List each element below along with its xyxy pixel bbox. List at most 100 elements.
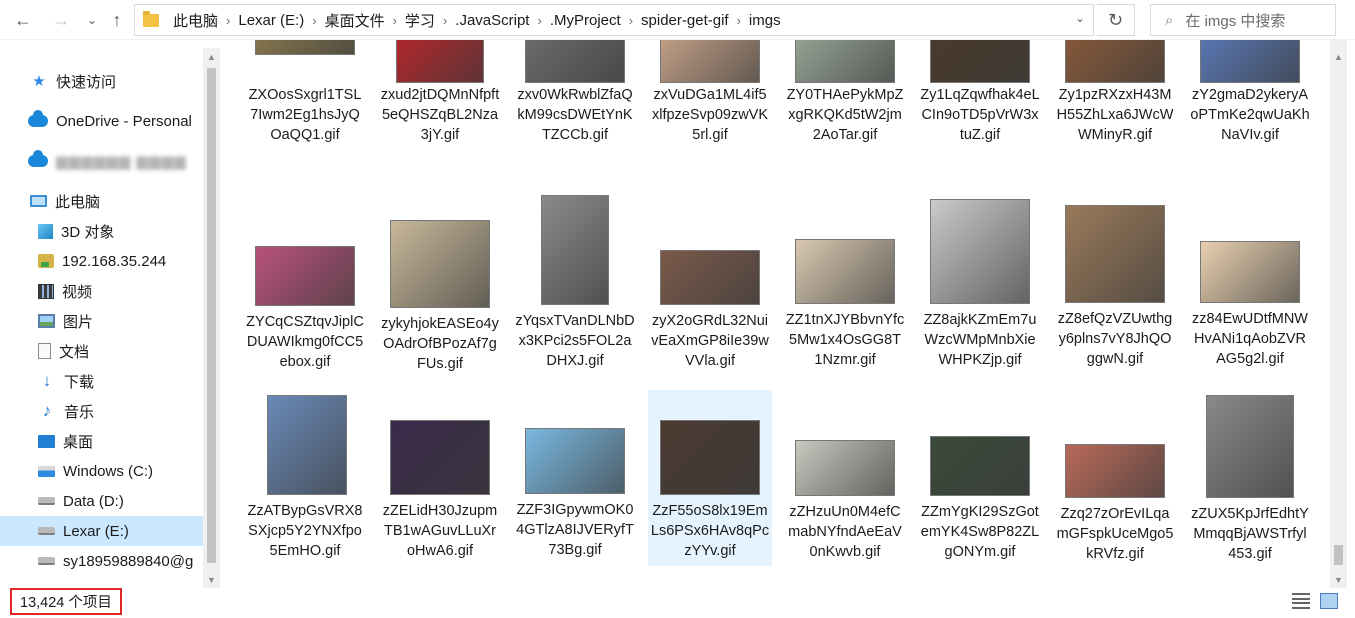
file-item[interactable]: zZELidH30JzupmTB1wAGuvLLuXroHwA6.gif [378,390,502,570]
sidebar-item[interactable]: Data (D:) [0,486,203,516]
sidebar-item[interactable]: 图片 [0,306,203,336]
file-item[interactable]: Zy1LqZqwfhak4eLCIn9oTD5pVrW3xtuZ.gif [918,40,1042,205]
file-item[interactable]: ZzF55oS8lx19EmLs6PSx6HAv8qPczYYv.gif [648,390,772,570]
content-scrollbar[interactable]: ▲ ▼ [1330,40,1347,588]
breadcrumb-item[interactable]: 桌面文件 [319,10,391,31]
file-name: zykyhjokEASEo4yOAdrOfBPozAf7gFUs.gif [381,316,499,372]
gif-thumbnail [390,420,490,495]
sidebar-item[interactable]: OneDrive - Personal [0,106,203,136]
sidebar-item[interactable]: Windows (C:) [0,456,203,486]
file-item[interactable]: ZZ1tnXJYBbvnYfc5Mw1x4OsGG8T1Nzmr.gif [783,190,907,370]
recent-locations-chevron-icon[interactable]: ⌄ [82,6,102,34]
back-arrow-icon[interactable]: ← [8,6,38,34]
file-grid: ZXOosSxgrl1TSL7Iwm2Eg1hsJyQOaQQ1.gif zxud… [220,40,1330,588]
file-item[interactable]: zykyhjokEASEo4yOAdrOfBPozAf7gFUs.gif [378,190,502,372]
folder-icon [143,10,159,27]
breadcrumb-item[interactable]: 此电脑 [167,10,224,31]
search-placeholder: 在 imgs 中搜索 [1185,12,1286,30]
sidebar-item[interactable]: 3D 对象 [0,216,203,246]
sidebar-item[interactable]: ▆▆▆▆▆▆ ▆▆▆▆ [0,146,203,176]
breadcrumb-separator[interactable]: › [310,13,318,28]
search-input[interactable]: ⌕ 在 imgs 中搜索 [1150,4,1336,36]
file-item[interactable]: ZzATBypGsVRX8SXjcp5Y2YNXfpo5EmHO.gif [243,390,367,570]
breadcrumb: 此电脑 › Lexar (E:) › 桌面文件 › 学习 › .JavaScript › .MyPr… [167,10,787,31]
sidebar-item[interactable]: ♪ 音乐 [0,396,203,426]
address-bar[interactable]: 此电脑 › Lexar (E:) › 桌面文件 › 学习 › .JavaScript › .MyPr… [134,4,1094,36]
file-item[interactable]: zYqsxTVanDLNbDx3KPci2s5FOL2aDHXJ.gif [513,190,637,370]
file-item[interactable]: zxVuDGa1ML4if5xlfpzeSvp09zwVK5rl.gif [648,40,772,205]
breadcrumb-item[interactable]: .MyProject [544,12,627,29]
file-item[interactable]: Zzq27zOrEvILqamGFspkUceMgo5kRVfz.gif [1053,390,1177,570]
sidebar-item-label: 快速访问 [56,73,117,91]
file-item[interactable]: ZZmYgKI29SzGotemYK4Sw8P82ZLgONYm.gif [918,390,1042,570]
content-scroll-thumb[interactable] [1334,545,1343,565]
drive-icon [38,557,55,565]
forward-arrow-icon[interactable]: → [46,6,76,34]
search-icon: ⌕ [1165,11,1174,29]
sidebar-item[interactable]: 文档 [0,336,203,366]
sidebar-item[interactable]: 192.168.35.244 [0,246,203,276]
sidebar-item[interactable]: 桌面 [0,426,203,456]
sidebar-item[interactable]: ↓ 下载 [0,366,203,396]
scroll-down-arrow-icon[interactable]: ▼ [203,571,220,588]
breadcrumb-item[interactable]: .JavaScript [449,12,535,29]
file-name: ZXOosSxgrl1TSL7Iwm2Eg1hsJyQOaQQ1.gif [248,87,362,143]
gif-thumbnail [660,40,760,83]
breadcrumb-separator[interactable]: › [441,13,449,28]
sidebar-scroll-thumb[interactable] [207,68,216,563]
gif-thumbnail [1206,395,1294,498]
sidebar-item[interactable]: ★ 快速访问 [0,66,203,96]
sidebar-item[interactable]: 此电脑 [0,186,203,216]
scroll-up-arrow-icon[interactable]: ▲ [1330,48,1347,65]
file-item[interactable]: ZZ8ajkKZmEm7uWzcWMpMnbXieWHPKZjp.gif [918,190,1042,370]
file-item[interactable]: ZYCqCSZtqvJiplCDUAWIkmg0fCC5ebox.gif [243,190,367,370]
refresh-button[interactable]: ↻ [1097,4,1135,36]
sidebar-item[interactable]: sy18959889840@g [0,546,203,576]
file-name: Zzq27zOrEvILqamGFspkUceMgo5kRVfz.gif [1056,506,1174,562]
breadcrumb-item[interactable]: Lexar (E:) [232,12,310,29]
file-name: ZY0THAePykMpZxgRKQKd5tW2jm2AoTar.gif [786,87,904,143]
document-icon [38,343,51,359]
file-item[interactable]: zxv0WkRwblZfaQkM99csDWEtYnKTZCCb.gif [513,40,637,205]
sidebar-item[interactable]: Lexar (E:) [0,516,203,546]
sidebar-scrollbar[interactable]: ▲ ▼ [203,48,220,588]
sidebar-item-label: sy18959889840@g [63,552,194,570]
file-item[interactable]: zxud2jtDQMnNfpft5eQHSZqBL2Nza3jY.gif [378,40,502,205]
breadcrumb-separator[interactable]: › [391,13,399,28]
up-arrow-icon[interactable]: ↑ [104,6,130,34]
sidebar-item[interactable]: 视频 [0,276,203,306]
file-item[interactable]: ZXOosSxgrl1TSL7Iwm2Eg1hsJyQOaQQ1.gif [243,40,367,205]
file-item[interactable]: ZY0THAePykMpZxgRKQKd5tW2jm2AoTar.gif [783,40,907,205]
file-item[interactable]: Zy1pzRXzxH43MH55ZhLxa6JWcWWMinyR.gif [1053,40,1177,205]
file-item[interactable]: zY2gmaD2ykeryAoPTmKe2qwUaKhNaVIv.gif [1188,40,1312,205]
file-name: zxv0WkRwblZfaQkM99csDWEtYnKTZCCb.gif [517,87,633,143]
breadcrumb-separator[interactable]: › [627,13,635,28]
breadcrumb-item[interactable]: spider-get-gif [635,12,735,29]
breadcrumb-item[interactable]: 学习 [399,10,441,31]
file-item[interactable]: zZ8efQzVZUwthgy6plns7vY8JhQOggwN.gif [1053,190,1177,370]
sidebar-item-label: 文档 [59,343,90,361]
file-item[interactable]: zyX2oGRdL32NuivEaXmGP8iIe39wVVla.gif [648,190,772,370]
chevron-down-icon[interactable]: ⌄ [1075,11,1085,25]
gif-thumbnail [1065,40,1165,83]
scroll-up-arrow-icon[interactable]: ▲ [203,48,220,65]
file-item[interactable]: zZUX5KpJrfEdhtYMmqqBjAWSTrfyl453.gif [1188,390,1312,570]
large-icons-view-icon[interactable] [1320,593,1338,609]
breadcrumb-separator[interactable]: › [535,13,543,28]
file-name: ZzF55oS8lx19EmLs6PSx6HAv8qPczYYv.gif [650,503,770,559]
file-item[interactable]: ZZF3IGpywmOK04GTlzA8IJVERyfT73Bg.gif [513,390,637,570]
breadcrumb-separator[interactable]: › [224,13,232,28]
sidebar-item-label: 192.168.35.244 [62,252,167,270]
breadcrumb-separator[interactable]: › [735,13,743,28]
gif-thumbnail [930,436,1030,496]
gif-thumbnail [267,395,347,495]
details-view-icon[interactable] [1292,593,1310,609]
file-item[interactable]: zZHzuUn0M4efCmabNYfndAeEaV0nKwvb.gif [783,390,907,570]
file-name: zY2gmaD2ykeryAoPTmKe2qwUaKhNaVIv.gif [1190,87,1310,143]
drive-icon [38,527,55,535]
gif-thumbnail [396,40,484,83]
scroll-down-arrow-icon[interactable]: ▼ [1330,571,1347,588]
file-item[interactable]: zz84EwUDtfMNWHvANi1qAobZVRAG5g2l.gif [1188,190,1312,370]
breadcrumb-item[interactable]: imgs [743,12,787,29]
drive-icon [38,497,55,505]
